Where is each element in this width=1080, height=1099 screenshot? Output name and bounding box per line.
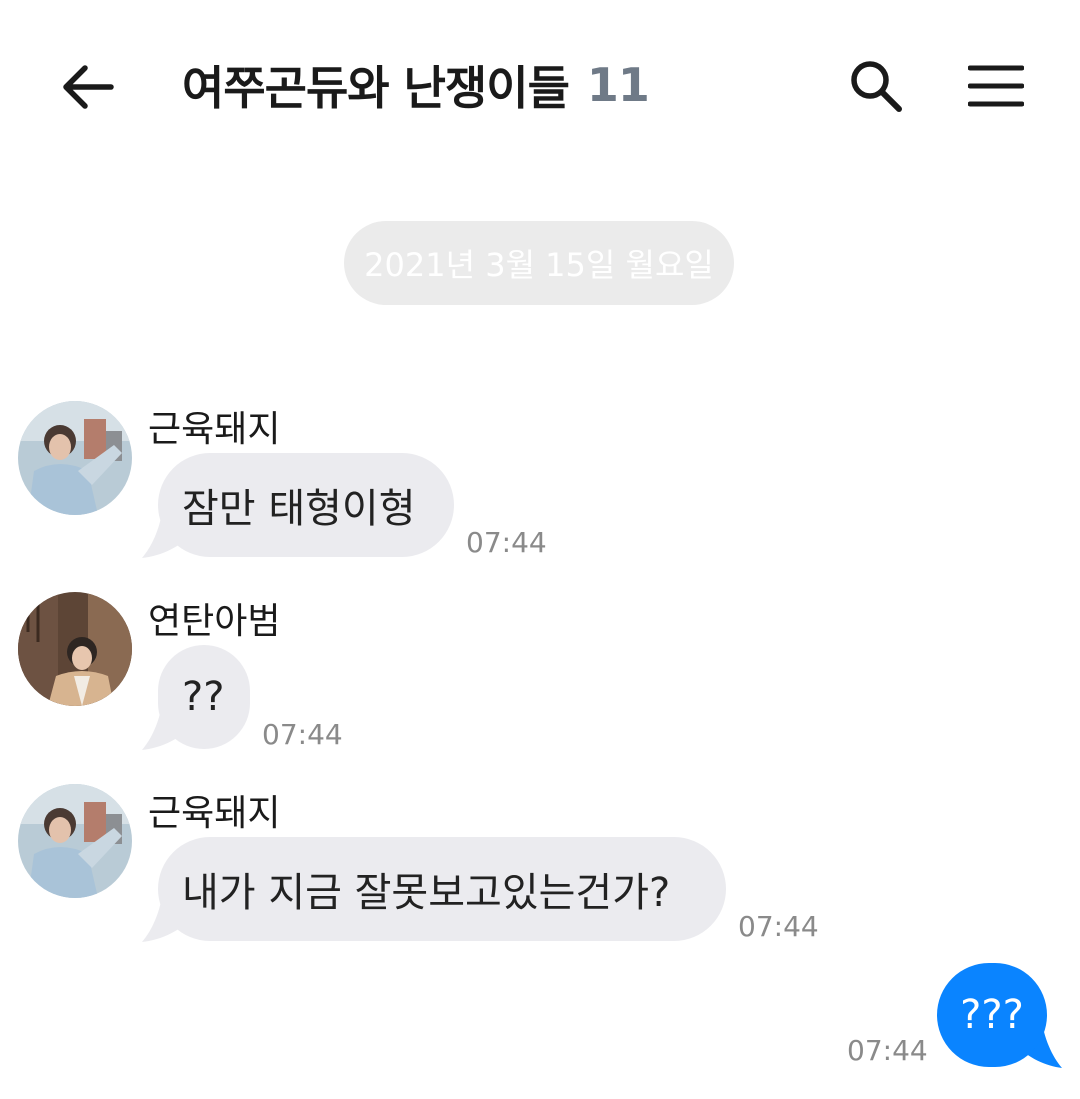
message-time: 07:44 <box>466 526 547 559</box>
menu-button[interactable] <box>960 50 1032 122</box>
profile-photo <box>18 592 132 706</box>
chat-header: 여쭈곤듀와 난쟁이들 11 <box>0 0 1080 175</box>
sender-name: 근육돼지 <box>148 409 281 450</box>
search-icon <box>851 61 902 112</box>
avatar[interactable] <box>18 401 132 515</box>
sender-name: 연탄아범 <box>148 601 281 642</box>
message-time: 07:44 <box>262 718 343 751</box>
date-divider: 2021년 3월 15일 월요일 <box>344 221 734 305</box>
avatar[interactable] <box>18 592 132 706</box>
sender-name: 근육돼지 <box>148 793 281 834</box>
chat-title: 여쭈곤듀와 난쟁이들 11 <box>182 50 650 120</box>
search-button[interactable] <box>840 50 912 122</box>
back-button[interactable] <box>52 52 122 122</box>
room-name: 여쭈곤듀와 난쟁이들 <box>182 61 570 115</box>
member-count: 11 <box>586 58 650 112</box>
message-time: 07:44 <box>847 1034 928 1067</box>
my-message-bubble[interactable]: ??? <box>937 963 1047 1067</box>
chat-screen: 여쭈곤듀와 난쟁이들 11 2021년 3월 15일 월요일 근육돼지 잠만 태… <box>0 0 1080 1099</box>
arrow-left-icon <box>63 65 114 109</box>
message-bubble[interactable]: 내가 지금 잘못보고있는건가? <box>158 837 726 941</box>
message-bubble[interactable]: 잠만 태형이형 <box>158 453 454 557</box>
message-bubble[interactable]: ?? <box>158 645 250 749</box>
avatar[interactable] <box>18 784 132 898</box>
hamburger-menu-icon <box>968 65 1024 107</box>
profile-photo <box>18 784 132 898</box>
message-time: 07:44 <box>738 910 819 943</box>
profile-photo <box>18 401 132 515</box>
